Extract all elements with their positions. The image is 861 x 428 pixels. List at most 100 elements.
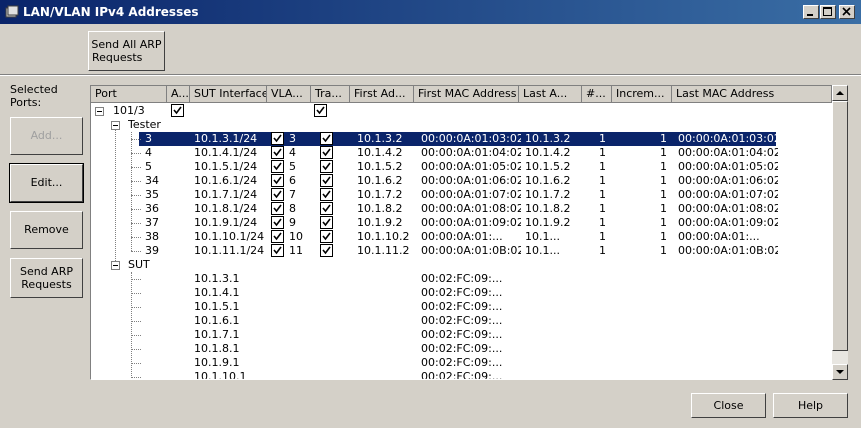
transmit-checkbox[interactable] [320,174,333,187]
vlan-cell: 9 [289,216,296,229]
first-address-cell: 10.1.9.2 [357,216,403,229]
sut-interface-cell: 10.1.5.1/24 [194,160,258,173]
address-grid[interactable]: Port A... SUT Interface VLA... Tra... First A… [90,85,848,380]
vlan-checkbox[interactable] [271,146,284,159]
transmit-checkbox[interactable] [320,244,333,257]
transmit-checkbox[interactable] [320,202,333,215]
port-cell: 5 [145,160,152,173]
last-mac-cell: 00:00:0A:01:04:02 [678,146,778,159]
checkmark-icon [273,134,282,143]
vlan-checkbox[interactable] [271,174,284,187]
count-cell: 1 [599,132,606,145]
column-header[interactable]: First Ad... [350,86,414,103]
vlan-checkbox[interactable] [271,188,284,201]
column-header[interactable]: First MAC Address [414,86,519,103]
minimize-button[interactable] [803,5,819,19]
first-mac-cell: 00:02:FC:09:... [421,328,503,341]
transmit-checkbox[interactable] [320,216,333,229]
port-cell: 4 [145,146,152,159]
port-cell: 36 [145,202,159,215]
close-button[interactable]: Close [691,393,766,418]
tree-line [131,363,141,364]
scroll-thumb[interactable] [832,101,848,351]
increment-cell: 1 [660,132,667,145]
vlan-cell: 5 [289,160,296,173]
port-cell: 34 [145,174,159,187]
first-address-cell: 10.1.11.2 [357,244,410,257]
tree-line [131,153,141,154]
first-mac-cell: 00:02:FC:09:... [421,314,503,327]
tree-line [131,272,132,379]
send-arp-requests-button[interactable]: Send ARP Requests [10,258,83,298]
first-mac-cell: 00:02:FC:09:... [421,370,503,380]
sut-interface-cell: 10.1.8.1/24 [194,202,258,215]
close-window-button[interactable] [839,5,855,19]
transmit-checkbox[interactable] [320,132,333,145]
send-all-arp-requests-button[interactable]: Send All ARP Requests [88,31,165,71]
sut-interface-cell: 10.1.7.1 [194,328,240,341]
vlan-cell: 3 [289,132,296,145]
port-a-checkbox[interactable] [171,104,184,117]
checkmark-icon [322,218,331,227]
sut-interface-cell: 10.1.6.1/24 [194,174,258,187]
transmit-checkbox[interactable] [320,146,333,159]
help-button[interactable]: Help [773,393,848,418]
vertical-scrollbar[interactable] [832,85,848,380]
column-header[interactable]: Last MAC Address [672,86,832,103]
column-header[interactable]: Last A... [519,86,582,103]
scroll-down-button[interactable] [832,364,848,380]
edit-button[interactable]: Edit... [9,163,84,203]
minimize-icon [807,14,813,16]
tester-collapse-toggle[interactable] [111,121,120,130]
column-header[interactable]: #... [582,86,612,103]
tree-line [115,125,116,265]
first-mac-cell: 00:00:0A:01:... [421,230,503,243]
sut-collapse-toggle[interactable] [111,261,120,270]
checkmark-icon [322,162,331,171]
last-mac-cell: 00:00:0A:01:08:02 [678,202,778,215]
tree-line [131,349,141,350]
port-collapse-toggle[interactable] [95,107,104,116]
vlan-checkbox[interactable] [271,202,284,215]
column-header[interactable]: Port [91,86,167,103]
column-header[interactable]: Increm... [612,86,672,103]
sut-interface-cell: 10.1.9.1/24 [194,216,258,229]
column-header[interactable]: A... [167,86,190,103]
transmit-checkbox[interactable] [320,160,333,173]
tree-line [131,167,141,168]
port-cell: 38 [145,230,159,243]
first-mac-cell: 00:00:0A:01:0B:02 [421,244,521,257]
increment-cell: 1 [660,188,667,201]
column-header[interactable]: SUT Interface [190,86,267,103]
last-address-cell: 10.1... [525,230,560,243]
app-icon [5,5,19,18]
scroll-up-button[interactable] [832,85,848,101]
column-header[interactable]: Tra... [311,86,350,103]
vlan-checkbox[interactable] [271,216,284,229]
vlan-cell: 7 [289,188,296,201]
tree-line [131,181,141,182]
checkmark-icon [322,176,331,185]
column-header[interactable]: VLA... [267,86,311,103]
maximize-button[interactable] [820,5,836,19]
add-button[interactable]: Add... [10,117,83,155]
first-mac-cell: 00:00:0A:01:09:02 [421,216,521,229]
first-address-cell: 10.1.3.2 [357,132,403,145]
sut-interface-cell: 10.1.5.1 [194,300,240,313]
vlan-checkbox[interactable] [271,230,284,243]
remove-button[interactable]: Remove [10,211,83,249]
tree-node-port: 101/3 [113,104,145,117]
vlan-checkbox[interactable] [271,244,284,257]
port-cell: 3 [145,132,152,145]
port-transmit-checkbox[interactable] [314,104,327,117]
tree-line [131,139,141,140]
sut-interface-cell: 10.1.9.1 [194,356,240,369]
send-arp-label-2: Requests [21,278,72,291]
transmit-checkbox[interactable] [320,230,333,243]
vlan-checkbox[interactable] [271,160,284,173]
checkmark-icon [322,232,331,241]
vlan-checkbox[interactable] [271,132,284,145]
arrow-up-icon [836,91,844,95]
vlan-cell: 11 [289,244,303,257]
transmit-checkbox[interactable] [320,188,333,201]
